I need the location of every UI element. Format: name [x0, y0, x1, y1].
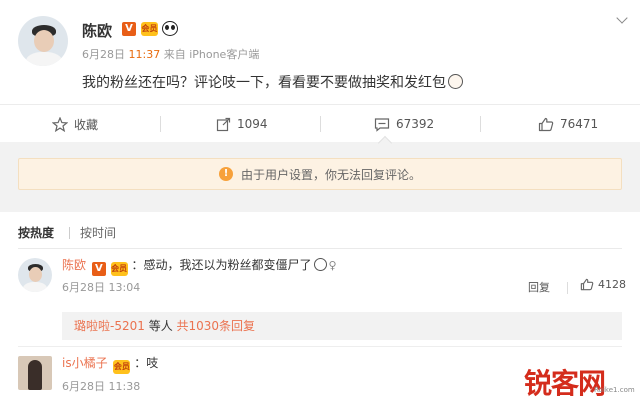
sub-replies-summary[interactable]: 璐啦啦-5201 等人 共1030条回复: [62, 312, 622, 340]
sort-by-time-tab[interactable]: 按时间: [80, 224, 116, 241]
commenter-name[interactable]: 陈欧: [62, 258, 86, 272]
chevron-down-icon[interactable]: [616, 12, 628, 24]
face-emoji-icon: [313, 258, 327, 271]
action-separator: [480, 116, 481, 132]
post-source: 来自 iPhone客户端: [163, 48, 260, 61]
commenter-avatar[interactable]: [18, 356, 52, 390]
post-card: 陈欧 V 会员 6月28日 11:37 来自 iPhone客户端 我的粉丝还在吗…: [0, 0, 640, 104]
face-emoji-icon: [448, 74, 463, 89]
warning-icon: !: [218, 167, 233, 181]
avatar-face: [29, 267, 42, 282]
commenter-name[interactable]: is小橘子: [62, 356, 108, 370]
avatar-shirt: [26, 52, 62, 66]
post-date: 6月28日: [82, 48, 125, 61]
reply-disabled-notice: ! 由于用户设置，你无法回复评论。: [18, 158, 622, 190]
action-bar: 收藏 1094 67392 76471: [0, 104, 640, 151]
verified-icon: V: [91, 262, 106, 276]
subreply-user[interactable]: 璐啦啦-5201: [74, 319, 145, 333]
vip-crown-icon: 会员: [110, 262, 128, 276]
author-avatar[interactable]: [18, 16, 68, 66]
female-symbol-icon: ♀: [328, 259, 337, 272]
comment-divider: [18, 346, 622, 347]
comment-like-count: 4128: [598, 278, 626, 291]
post-meta: 6月28日 11:37 来自 iPhone客户端: [82, 46, 259, 62]
site-watermark: 锐客网 Ruike1.com: [524, 362, 635, 402]
sort-separator: [69, 227, 70, 239]
post-time: 11:37: [128, 48, 161, 61]
view-all-replies-link[interactable]: 共1030条回复: [177, 319, 256, 333]
thumbs-up-icon: [580, 278, 594, 291]
post-text: 我的粉丝还在吗？评论吱一下，看看要不要做抽奖和发红包: [82, 72, 463, 92]
repost-count: 1094: [237, 117, 268, 131]
avatar-shirt: [23, 282, 47, 292]
thumbs-up-icon: [538, 117, 554, 131]
author-name[interactable]: 陈欧: [82, 20, 112, 41]
like-count: 76471: [560, 117, 599, 131]
watermark-logo: 锐客网: [524, 367, 606, 400]
comment-time: 6月28日 13:04: [62, 281, 141, 294]
action-separator: [160, 116, 161, 132]
verified-icon: V: [122, 22, 136, 36]
subreply-middle-text: 等人: [144, 319, 177, 333]
reply-button[interactable]: 回复: [528, 279, 550, 295]
favorite-button[interactable]: 收藏: [52, 105, 98, 143]
sort-by-hot-tab[interactable]: 按热度: [18, 224, 54, 241]
comment-like-button[interactable]: 4128: [580, 278, 626, 291]
vip-crown-icon: 会员: [113, 360, 131, 374]
comment-text: ：吱: [134, 356, 159, 370]
notice-text: 由于用户设置，你无法回复评论。: [240, 167, 421, 182]
comment-time: 6月28日 11:38: [62, 380, 141, 393]
watermark-url: Ruike1.com: [594, 386, 635, 394]
repost-icon: [216, 117, 231, 131]
comment-body: 陈欧 V 会员 ：感动，我还以为粉丝都变僵尸了 ♀: [62, 256, 337, 276]
like-button[interactable]: 76471: [538, 105, 598, 143]
avatar-face: [34, 30, 54, 52]
vip-crown-icon: 会员: [141, 22, 158, 36]
sort-divider: [18, 248, 622, 249]
commenter-avatar[interactable]: [18, 258, 52, 292]
panda-icon: [162, 21, 178, 36]
weibo-post-screen: 陈欧 V 会员 6月28日 11:37 来自 iPhone客户端 我的粉丝还在吗…: [0, 0, 640, 411]
avatar-figure: [28, 360, 42, 390]
star-icon: [52, 116, 68, 132]
comment-count: 67392: [396, 117, 435, 131]
action-separator: [320, 116, 321, 132]
comment-body: is小橘子 会员 ：吱: [62, 354, 158, 374]
repost-button[interactable]: 1094: [216, 105, 268, 143]
post-text-content: 我的粉丝还在吗？评论吱一下，看看要不要做抽奖和发红包: [82, 75, 446, 91]
comment-text: ：感动，我还以为粉丝都变僵尸了: [131, 258, 312, 272]
comment-action-separator: [567, 282, 568, 294]
comment-icon: [374, 117, 390, 132]
favorite-label: 收藏: [74, 117, 99, 132]
